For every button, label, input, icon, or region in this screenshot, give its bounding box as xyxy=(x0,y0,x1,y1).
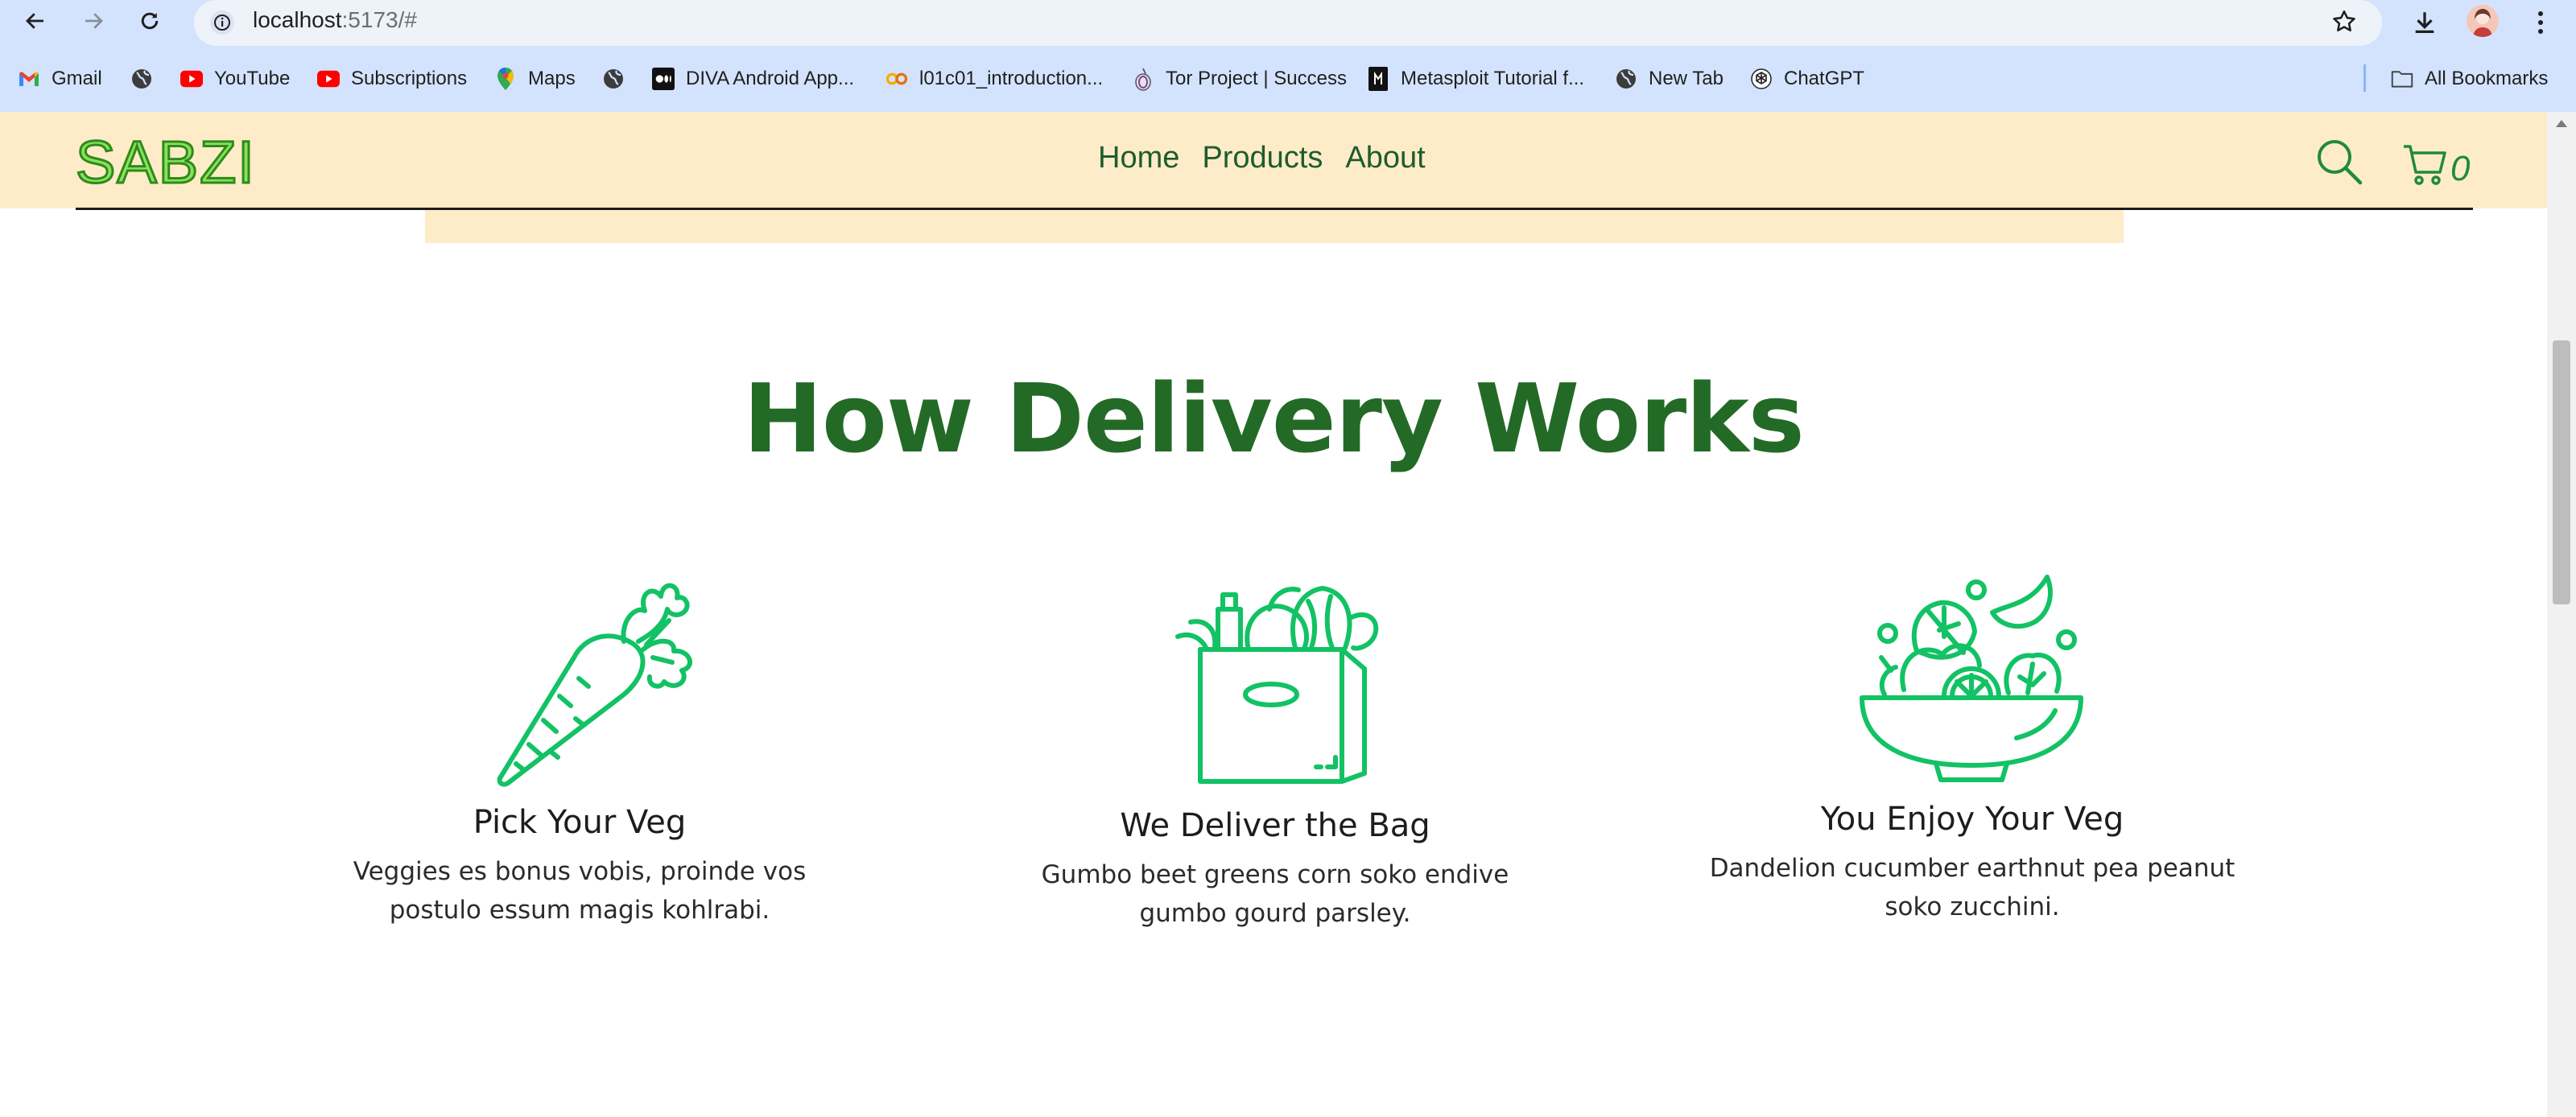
address-bar[interactable]: localhost:5173/# xyxy=(194,0,2382,46)
step-card-enjoy: You Enjoy Your Veg Dandelion cucumber ea… xyxy=(1699,554,2246,926)
bookmark-subscriptions[interactable]: Subscriptions xyxy=(317,61,467,97)
page-viewport: SABZI Home Products About 0 How Delivery… xyxy=(0,112,2576,1117)
youtube-icon xyxy=(180,68,203,90)
site-header: SABZI Home Products About 0 xyxy=(0,112,2547,208)
colab-icon xyxy=(886,68,908,90)
nav-products[interactable]: Products xyxy=(1202,141,1323,175)
all-bookmarks[interactable]: All Bookmarks xyxy=(2391,61,2548,97)
step-description: Veggies es bonus vobis, proinde vos post… xyxy=(353,857,807,925)
url-text: localhost:5173/# xyxy=(253,7,417,33)
bookmark-diva[interactable]: DIVA Android App... xyxy=(652,61,854,97)
site-info-icon[interactable] xyxy=(208,9,236,36)
hero-bottom-strip xyxy=(425,210,2124,243)
bookmarks-bar: Gmail YouTube Subscriptions Maps DIVA An… xyxy=(0,61,2576,97)
search-icon xyxy=(2318,140,2363,185)
back-arrow-icon xyxy=(26,13,43,29)
step-title: We Deliver the Bag xyxy=(1120,807,1430,844)
step-description: Dandelion cucumber earthnut pea peanut s… xyxy=(1709,854,2235,921)
browser-chrome: localhost:5173/# Gmail YouTube Subscript… xyxy=(0,0,2576,112)
bookmark-label: DIVA Android App... xyxy=(686,68,855,89)
maps-icon xyxy=(494,68,517,90)
download-icon xyxy=(2415,12,2434,33)
bookmark-label: l01c01_introduction... xyxy=(919,68,1104,89)
bookmark-metasploit[interactable]: Metasploit Tutorial f... xyxy=(1367,61,1584,97)
page-scrollbar[interactable] xyxy=(2547,112,2576,1117)
bookmark-globe-2[interactable] xyxy=(602,61,636,97)
bookmark-label: Maps xyxy=(528,68,576,89)
reload-icon xyxy=(141,12,159,30)
more-vert-icon xyxy=(2538,11,2543,34)
cart-button[interactable]: 0 xyxy=(2402,140,2470,187)
bookmark-new-tab[interactable]: New Tab xyxy=(1615,61,1724,97)
profile-avatar[interactable] xyxy=(2467,5,2499,37)
bookmark-label: Gmail xyxy=(52,68,102,89)
step-card-deliver: We Deliver the Bag Gumbo beet greens cor… xyxy=(1001,559,1549,933)
url-path: :5173/# xyxy=(341,7,417,32)
url-host: localhost xyxy=(253,7,342,32)
bookmark-label: Tor Project | Success xyxy=(1166,68,1347,89)
bookmark-label: YouTube xyxy=(214,68,291,89)
browser-menu-button[interactable] xyxy=(2524,5,2557,40)
bookmark-maps[interactable]: Maps xyxy=(494,61,576,97)
cart-icon xyxy=(2404,145,2446,185)
step-title: Pick Your Veg xyxy=(473,804,687,841)
globe-icon xyxy=(1615,68,1637,90)
carrot-icon xyxy=(463,561,696,794)
bookmark-globe-1[interactable] xyxy=(130,61,164,97)
step-description: Gumbo beet greens corn soko endive gumbo… xyxy=(1041,860,1509,928)
step-title: You Enjoy Your Veg xyxy=(1820,801,2124,838)
all-bookmarks-label: All Bookmarks xyxy=(2425,68,2549,89)
gmail-icon xyxy=(18,68,40,90)
bookmark-label: Metasploit Tutorial f... xyxy=(1401,68,1585,89)
scroll-up-arrow-icon[interactable] xyxy=(2556,120,2567,127)
nav-about[interactable]: About xyxy=(1345,141,1425,175)
site-logo[interactable]: SABZI xyxy=(75,131,256,193)
bookmark-chatgpt[interactable]: ChatGPT xyxy=(1750,61,1864,97)
scroll-thumb[interactable] xyxy=(2553,340,2570,604)
bookmark-label: New Tab xyxy=(1649,68,1724,89)
logo-text: SABZI xyxy=(75,129,256,196)
cart-count: 0 xyxy=(2450,149,2471,188)
bookmarks-separator xyxy=(2363,64,2366,92)
forward-button[interactable] xyxy=(76,5,111,37)
section-title: How Delivery Works xyxy=(743,363,1805,474)
forward-arrow-icon xyxy=(85,13,103,29)
bookmark-label: ChatGPT xyxy=(1784,68,1865,89)
folder-icon xyxy=(2391,68,2413,90)
globe-icon xyxy=(602,68,625,90)
salad-bowl-icon xyxy=(1856,554,2089,788)
grocery-bag-icon xyxy=(1158,559,1392,793)
back-button[interactable] xyxy=(18,5,53,37)
bookmark-label: Subscriptions xyxy=(351,68,468,89)
bookmark-gmail[interactable]: Gmail xyxy=(18,61,102,97)
step-card-pick: Pick Your Veg Veggies es bonus vobis, pr… xyxy=(306,561,853,929)
search-button[interactable] xyxy=(2315,138,2363,186)
tor-icon xyxy=(1132,68,1154,91)
reload-button[interactable] xyxy=(132,5,167,37)
main-nav: Home Products About xyxy=(1098,141,1426,175)
bookmark-star-icon[interactable] xyxy=(2330,8,2358,35)
browser-toolbar: localhost:5173/# xyxy=(0,0,2576,46)
download-button[interactable] xyxy=(2407,5,2442,40)
bookmark-colab[interactable]: l01c01_introduction... xyxy=(886,61,1103,97)
globe-icon xyxy=(130,68,153,90)
bookmark-tor[interactable]: Tor Project | Success xyxy=(1132,61,1347,97)
medium-icon xyxy=(652,68,675,90)
bookmark-youtube[interactable]: YouTube xyxy=(180,61,290,97)
chatgpt-icon xyxy=(1750,68,1773,90)
youtube-icon xyxy=(317,68,340,90)
metasploit-icon xyxy=(1367,67,1389,91)
nav-home[interactable]: Home xyxy=(1098,141,1179,175)
